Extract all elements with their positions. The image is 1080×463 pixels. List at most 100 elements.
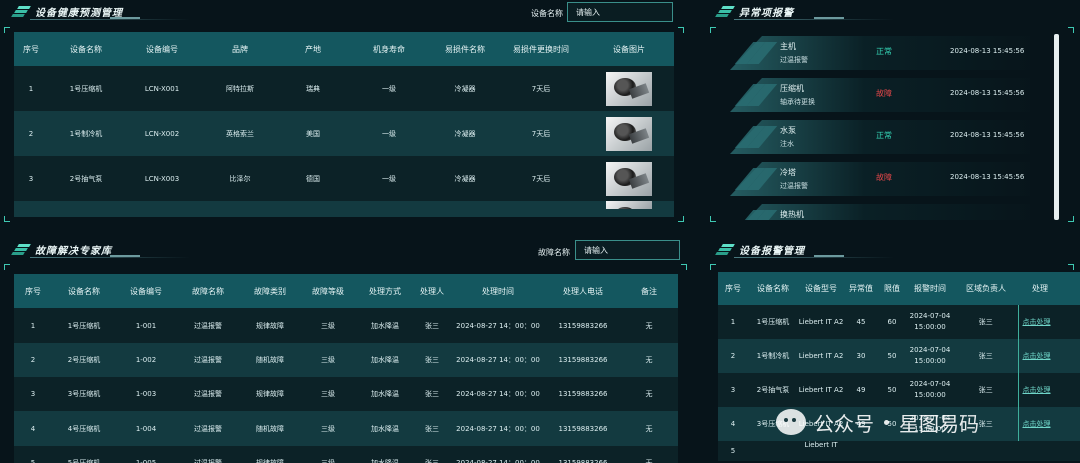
cell: 无 bbox=[620, 411, 678, 446]
panel-header: 异常项报警 bbox=[704, 0, 1080, 26]
table-row[interactable]: 1 1号压缩机 Liebert IT A2 45 60 2024-07-04 1… bbox=[718, 305, 1080, 339]
cell: 冷凝器 bbox=[432, 156, 498, 201]
handle-cell: 点击处理 bbox=[1017, 373, 1080, 407]
cell: 张三 bbox=[954, 339, 1018, 373]
corner-mark bbox=[710, 264, 716, 270]
col-header: 设备名称 bbox=[48, 32, 124, 66]
cell: 49 bbox=[844, 373, 878, 407]
cell: 2 bbox=[14, 343, 52, 377]
table-row[interactable]: 1 1号压缩机 1-001 过温报警 规律故障 三级 加水降温 张三 2024-08-27 14… bbox=[14, 308, 678, 343]
panel-header: 设备报警管理 bbox=[704, 238, 1080, 264]
device-photo-image[interactable] bbox=[606, 201, 652, 209]
cell: 4 bbox=[718, 407, 748, 441]
cell: 加水降温 bbox=[356, 411, 414, 446]
table-row[interactable]: 2 1号制冷机 LCN-X002 英格索兰 美国 一级 冷凝器 7天后 bbox=[14, 111, 674, 156]
col-header: 备注 bbox=[620, 274, 678, 308]
table-row[interactable]: 3 3号压缩机 1-003 过温报警 规律故障 三级 加水降温 张三 2024-08-27 14… bbox=[14, 377, 678, 411]
table-row[interactable]: 1 1号压缩机 LCN-X001 阿特拉斯 瑞典 一级 冷凝器 7天后 bbox=[14, 66, 674, 111]
cell: 2024-07-04 15:00:00 bbox=[906, 339, 954, 373]
cell: 1 bbox=[718, 305, 748, 339]
col-header: 序号 bbox=[14, 32, 48, 66]
table-row[interactable] bbox=[14, 201, 674, 217]
cell: 1-005 bbox=[116, 446, 176, 463]
col-header: 序号 bbox=[14, 274, 52, 308]
cell: 一级 bbox=[346, 111, 432, 156]
handle-cell: 点击处理 bbox=[1017, 339, 1080, 373]
alarm-item[interactable]: 换热机 bbox=[730, 204, 1030, 220]
table-row[interactable]: 2 1号制冷机 Liebert IT A2 30 50 2024-07-04 1… bbox=[718, 339, 1080, 373]
scrollbar-thumb[interactable] bbox=[1054, 34, 1059, 220]
table-row[interactable]: 5 Liebert IT bbox=[718, 441, 1080, 461]
search-label: 设备名称 bbox=[531, 9, 563, 18]
cell: 规律故障 bbox=[240, 308, 300, 343]
cell: 瑞典 bbox=[280, 66, 346, 111]
corner-mark bbox=[681, 264, 687, 270]
cell: 13159883266 bbox=[546, 446, 620, 463]
cell: 加水降温 bbox=[356, 308, 414, 343]
alarm-status: 正常 bbox=[876, 47, 892, 56]
cell: 张三 bbox=[954, 373, 1018, 407]
alarm-device-name: 压缩机 bbox=[780, 84, 804, 93]
fault-name-search-input[interactable] bbox=[575, 240, 680, 260]
device-photo-image[interactable] bbox=[606, 161, 652, 196]
cell: 1号制冷机 bbox=[48, 111, 124, 156]
corner-mark bbox=[4, 216, 10, 222]
table-row[interactable]: 3 2号抽气泵 Liebert IT A2 49 50 2024-07-04 1… bbox=[718, 373, 1080, 407]
col-header: 处理 bbox=[1018, 272, 1080, 305]
alarm-item[interactable]: 水泵 注水 正常 2024-08-13 15:45:56 bbox=[730, 120, 1030, 154]
handle-link[interactable]: 点击处理 bbox=[1023, 420, 1051, 428]
separator-dot bbox=[884, 419, 889, 425]
col-header: 报警时间 bbox=[906, 272, 954, 305]
cell: 三级 bbox=[300, 308, 356, 343]
handle-link[interactable]: 点击处理 bbox=[1023, 352, 1051, 360]
cell: 13159883266 bbox=[546, 308, 620, 343]
alarm-item[interactable]: 压缩机 轴承待更换 故障 2024-08-13 15:45:56 bbox=[730, 78, 1030, 112]
cell: 1号压缩机 bbox=[52, 308, 116, 343]
panel-title: 设备报警管理 bbox=[739, 246, 805, 257]
handle-cell: 点击处理 bbox=[1017, 407, 1080, 441]
cell: 2024-08-27 14：00：00 bbox=[450, 343, 546, 377]
cell: 过温报警 bbox=[176, 308, 240, 343]
col-header: 设备名称 bbox=[748, 272, 798, 305]
cell bbox=[748, 441, 798, 461]
cell: 张三 bbox=[414, 411, 450, 446]
table-row[interactable]: 2 2号压缩机 1-002 过温报警 随机故障 三级 加水降温 张三 2024-08-27 14… bbox=[14, 343, 678, 377]
cell: 2024-08-27 14：00：00 bbox=[450, 308, 546, 343]
wechat-icon bbox=[776, 409, 806, 435]
cell: 2024-08-27 14：00：00 bbox=[450, 377, 546, 411]
alarm-item[interactable]: 冷塔 过温报警 故障 2024-08-13 15:45:56 bbox=[730, 162, 1030, 196]
table-row[interactable]: 3 2号抽气泵 LCN-X003 比泽尔 德国 一级 冷凝器 7天后 bbox=[14, 156, 674, 201]
table-row[interactable]: 4 4号压缩机 1-004 过温报警 随机故障 三级 加水降温 张三 2024-08-27 14… bbox=[14, 411, 678, 446]
cell: 美国 bbox=[280, 111, 346, 156]
col-header: 易损件更换时间 bbox=[498, 32, 584, 66]
cell: 一级 bbox=[346, 66, 432, 111]
cell: 1号制冷机 bbox=[748, 339, 798, 373]
handle-cell: 点击处理 bbox=[1017, 305, 1080, 339]
col-header: 品牌 bbox=[200, 32, 280, 66]
handle-link[interactable]: 点击处理 bbox=[1023, 386, 1051, 394]
col-header: 机身寿命 bbox=[346, 32, 432, 66]
device-photo-image[interactable] bbox=[606, 116, 652, 151]
panel-title: 故障解决专家库 bbox=[35, 246, 112, 257]
corner-mark bbox=[678, 216, 684, 222]
device-image-cell bbox=[584, 66, 674, 111]
cell: 1 bbox=[14, 308, 52, 343]
cell: 规律故障 bbox=[240, 446, 300, 463]
device-photo-image[interactable] bbox=[606, 71, 652, 106]
title-stripes-icon bbox=[11, 6, 31, 18]
handle-link[interactable]: 点击处理 bbox=[1023, 318, 1051, 326]
title-underline bbox=[734, 255, 894, 258]
alarm-item[interactable]: 主机 过温报警 正常 2024-08-13 15:45:56 bbox=[730, 36, 1030, 70]
cell: 5 bbox=[718, 441, 748, 461]
cell: 60 bbox=[878, 305, 906, 339]
cell bbox=[280, 201, 346, 217]
table-row[interactable]: 5 5号压缩机 1-005 过温报警 规律故障 三级 加水降温 张三 2024-08-27 14… bbox=[14, 446, 678, 463]
corner-mark bbox=[4, 264, 10, 270]
cell: 随机故障 bbox=[240, 343, 300, 377]
title-underline bbox=[734, 17, 894, 20]
cell: Liebert IT bbox=[798, 441, 844, 461]
device-name-search-input[interactable] bbox=[567, 2, 673, 22]
cell: 过温报警 bbox=[176, 343, 240, 377]
cell: 张三 bbox=[414, 377, 450, 411]
alarm-list-scrollbar[interactable] bbox=[1054, 34, 1059, 220]
